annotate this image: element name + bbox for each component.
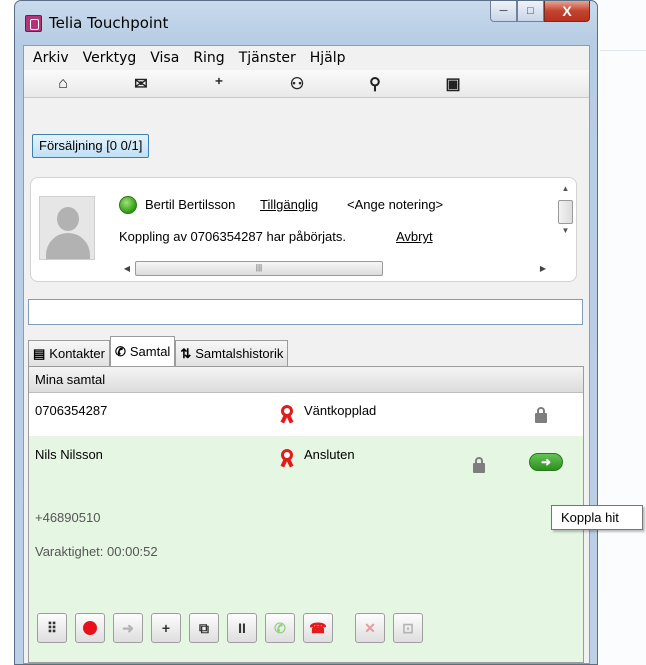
scroll-right-icon[interactable]: ▶ — [535, 264, 551, 273]
vertical-scroll-thumb[interactable] — [558, 200, 573, 224]
tab-bar: ▤ Kontakter ✆ Samtal ⇅ Samtalshistorik — [28, 336, 289, 366]
video-button[interactable]: ⊡ — [393, 613, 423, 643]
calls-list: Mina samtal 0706354287 Väntkopplad Nils … — [28, 366, 584, 663]
contact-status-link[interactable]: Tillgänglig — [260, 197, 318, 212]
transfer-here-button[interactable]: ➜ — [529, 453, 563, 471]
title-bar[interactable]: Telia Touchpoint ─ □ X — [15, 1, 597, 45]
caller-name: Nils Nilsson — [35, 447, 103, 462]
call-state: Ansluten — [304, 447, 355, 462]
call-state-icon — [279, 449, 295, 468]
transfer-network-icon[interactable]: ⚲ — [336, 74, 414, 94]
group-icon[interactable]: ⚇ — [258, 74, 336, 94]
search-input[interactable] — [28, 299, 583, 325]
menu-tjanster[interactable]: Tjänster — [232, 50, 303, 66]
vertical-scrollbar[interactable]: ▲ ▼ — [557, 184, 574, 256]
contact-note-field[interactable]: <Ange notering> — [347, 197, 443, 212]
desktop-background — [600, 0, 646, 665]
call-action-bar: ⠿ ➜ + ⧉ II ✆ ☎ ✕ ⊡ — [37, 613, 423, 643]
horizontal-scroll-thumb[interactable]: ||| — [135, 261, 383, 276]
conference-button[interactable]: ⧉ — [189, 613, 219, 643]
hangup-button[interactable]: ☎ — [303, 613, 333, 643]
add-call-button[interactable]: + — [151, 613, 181, 643]
record-icon — [83, 621, 97, 635]
calls-header: Mina samtal — [29, 367, 583, 393]
client-area: Arkiv Verktyg Visa Ring Tjänster Hjälp ⌂… — [23, 45, 590, 664]
abort-transfer-link[interactable]: Avbryt — [396, 229, 433, 244]
call-state: Väntkopplad — [304, 403, 377, 418]
menu-verktyg[interactable]: Verktyg — [76, 50, 144, 66]
tab-label: Samtalshistorik — [195, 346, 284, 361]
phone-icon: ✆ — [114, 343, 126, 359]
answer-button[interactable]: ✆ — [265, 613, 295, 643]
presence-icon — [119, 196, 137, 214]
call-number: 0706354287 — [35, 403, 108, 418]
calendar-icon[interactable]: ▣ — [414, 74, 492, 94]
menu-arkiv[interactable]: Arkiv — [26, 50, 76, 66]
toolbar: ⌂ ✉ ⁺ ⚇ ⚲ ▣ — [24, 70, 589, 98]
call-row-waiting[interactable]: 0706354287 Väntkopplad — [29, 393, 583, 435]
contact-name: Bertil Bertilsson — [145, 197, 236, 212]
tooltip: Koppla hit — [551, 505, 643, 530]
minimize-button[interactable]: ─ — [490, 1, 517, 22]
tab-samtalshistorik[interactable]: ⇅ Samtalshistorik — [175, 340, 289, 366]
scroll-up-icon[interactable]: ▲ — [557, 184, 574, 198]
caller-phone: +46890510 — [35, 510, 101, 525]
menu-hjalp[interactable]: Hjälp — [303, 50, 353, 66]
transfer-status-text: Koppling av 0706354287 har påbörjats. — [119, 229, 346, 244]
contact-card: Bertil Bertilsson Tillgänglig <Ange note… — [30, 177, 577, 282]
menu-ring[interactable]: Ring — [186, 50, 231, 66]
horizontal-scrollbar[interactable]: ◀ ||| ▶ — [119, 260, 551, 277]
call-state-icon — [279, 405, 295, 424]
tab-kontakter[interactable]: ▤ Kontakter — [28, 340, 110, 366]
scroll-left-icon[interactable]: ◀ — [119, 264, 135, 273]
scroll-down-icon[interactable]: ▼ — [557, 226, 574, 240]
desktop-divider — [600, 50, 646, 51]
window-controls: ─ □ X — [490, 1, 590, 22]
avatar-head — [57, 207, 79, 231]
queue-button[interactable]: Försäljning [0 0/1] — [32, 134, 150, 158]
history-icon: ⇅ — [180, 345, 192, 361]
window-title: Telia Touchpoint — [49, 14, 169, 32]
dialpad-button[interactable]: ⠿ — [37, 613, 67, 643]
call-duration: Varaktighet: 00:00:52 — [35, 544, 158, 559]
tab-label: Kontakter — [49, 346, 105, 361]
tab-label: Samtal — [129, 344, 171, 359]
app-window: Telia Touchpoint ─ □ X Arkiv Verktyg Vis… — [14, 0, 598, 665]
menu-bar: Arkiv Verktyg Visa Ring Tjänster Hjälp — [24, 46, 589, 70]
avatar-body — [46, 233, 90, 259]
close-button[interactable]: X — [544, 1, 590, 22]
menu-visa[interactable]: Visa — [143, 50, 186, 66]
tab-samtal[interactable]: ✆ Samtal — [109, 336, 176, 366]
add-contact-icon[interactable]: ⁺ — [180, 74, 258, 94]
mail-icon[interactable]: ✉ — [102, 74, 180, 94]
mute-button[interactable]: ✕ — [355, 613, 385, 643]
avatar — [39, 196, 95, 260]
app-logo-icon — [25, 15, 42, 32]
call-row-active[interactable]: Nils Nilsson Ansluten ➜ +46890510 Varakt… — [29, 436, 583, 662]
hold-button[interactable]: II — [227, 613, 257, 643]
contacts-icon: ▤ — [33, 345, 46, 361]
forward-button[interactable]: ➜ — [113, 613, 143, 643]
maximize-button[interactable]: □ — [517, 1, 544, 22]
lock-icon — [535, 407, 547, 423]
home-icon[interactable]: ⌂ — [24, 75, 102, 93]
record-button[interactable] — [75, 613, 105, 643]
lock-icon — [473, 457, 485, 473]
